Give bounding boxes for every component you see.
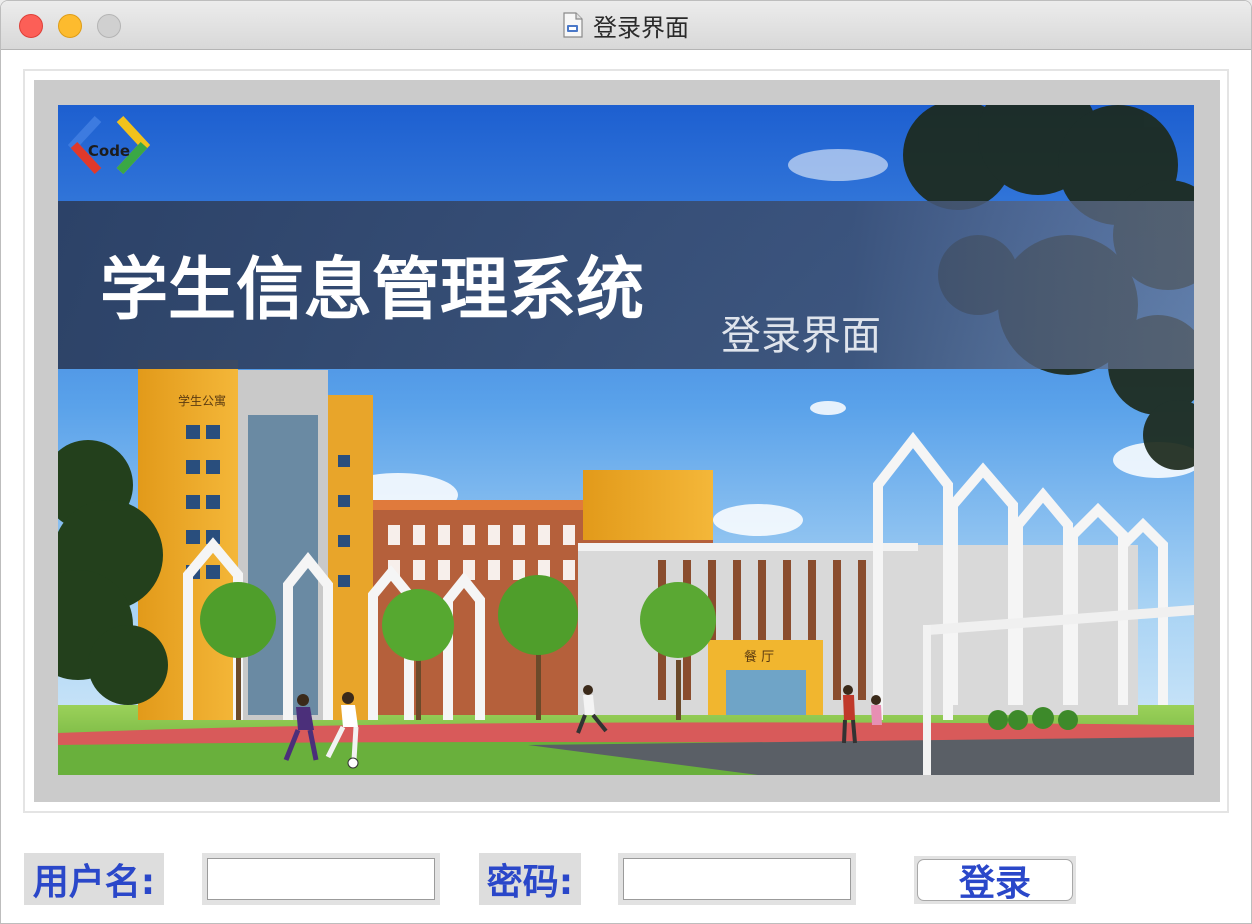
document-icon xyxy=(563,12,583,38)
username-input[interactable] xyxy=(207,858,435,900)
username-label: 用户名: xyxy=(24,853,164,905)
title-bar[interactable]: 登录界面 xyxy=(1,1,1251,50)
dorm-building: 学生公寓 xyxy=(138,360,373,720)
system-title: 学生信息管理系统 xyxy=(100,251,644,330)
cloud xyxy=(810,401,846,415)
password-input[interactable] xyxy=(623,858,851,900)
cloud xyxy=(788,149,888,181)
password-field-frame xyxy=(618,853,856,905)
login-button[interactable]: 登录 xyxy=(917,859,1073,904)
password-label: 密码: xyxy=(479,853,581,905)
window-title-group: 登录界面 xyxy=(1,1,1251,49)
dorm-sign: 学生公寓 xyxy=(178,393,226,408)
goal-post xyxy=(923,625,931,775)
window-title: 登录界面 xyxy=(593,13,689,42)
login-window: 登录界面 学生公寓 餐 厅 学生信息管理系统 登录界面 Code 用户名: 密码… xyxy=(0,0,1252,924)
username-field-frame xyxy=(202,853,440,905)
logo-text: Code xyxy=(88,142,130,160)
login-button-frame: 登录 xyxy=(914,856,1076,904)
banner-subtitle: 登录界面 xyxy=(721,313,881,359)
canteen-sign: 餐 厅 xyxy=(744,649,774,665)
banner-image: 学生公寓 餐 厅 学生信息管理系统 登录界面 Code xyxy=(58,105,1194,775)
cloud xyxy=(713,504,803,536)
